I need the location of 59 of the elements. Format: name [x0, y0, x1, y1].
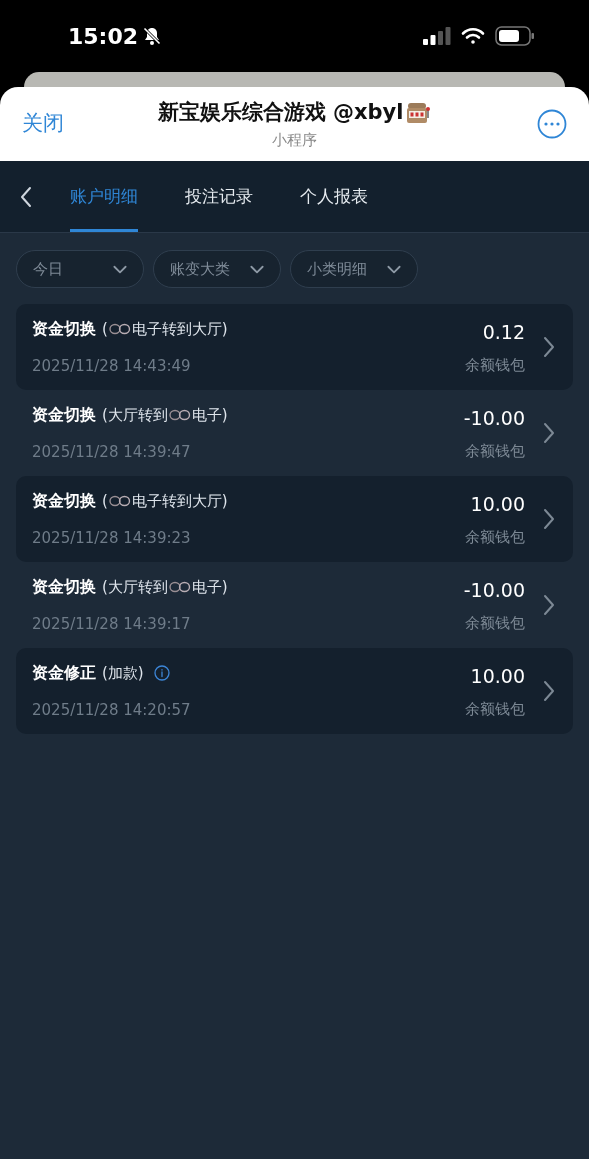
- app-title: 新宝娱乐综合游戏 @xbyl: [157, 99, 404, 126]
- logo-icon: [108, 322, 131, 335]
- transaction-type: 资金切换: [32, 489, 96, 512]
- filter-dropdown[interactable]: 账变大类: [153, 250, 281, 288]
- transaction-detail: (: [102, 490, 108, 512]
- status-time: 15:02: [68, 22, 139, 51]
- transaction-row[interactable]: 资金切换 ( 电子转到大厅) 2025/11/28 14:39:23 10.00 余额钱包: [16, 476, 573, 562]
- transaction-detail: (大厅转到: [102, 404, 168, 426]
- transaction-detail: (加款): [102, 662, 144, 684]
- tab[interactable]: 个人报表: [300, 161, 368, 232]
- chevron-right-icon: [543, 508, 555, 530]
- wallet-label: 余额钱包: [465, 441, 525, 462]
- battery-icon: [495, 26, 535, 46]
- transaction-row[interactable]: 资金切换 (大厅转到 电子) 2025/11/28 14:39:17 -10.00 余额钱包: [16, 562, 573, 648]
- transaction-amount: -10.00: [463, 577, 525, 603]
- transaction-detail: (大厅转到: [102, 576, 168, 598]
- transaction-time: 2025/11/28 14:39:23: [32, 527, 192, 549]
- transaction-type: 资金切换: [32, 575, 96, 598]
- transaction-time: 2025/11/28 14:20:57: [32, 699, 192, 721]
- wallet-label: 余额钱包: [465, 699, 525, 720]
- transaction-time: 2025/11/28 14:39:17: [32, 613, 192, 635]
- transaction-detail: (: [102, 318, 108, 340]
- logo-icon: [168, 580, 191, 593]
- bell-slash-icon: [142, 26, 163, 46]
- filter-dropdown[interactable]: 小类明细: [290, 250, 418, 288]
- transaction-detail: 电子): [191, 404, 228, 426]
- transaction-row[interactable]: 资金切换 (大厅转到 电子) 2025/11/28 14:39:47 -10.00 余额钱包: [16, 390, 573, 476]
- logo-icon: [108, 494, 131, 507]
- signal-icon: [423, 27, 451, 45]
- transaction-time: 2025/11/28 14:39:47: [32, 441, 192, 463]
- transaction-detail: 电子转到大厅): [131, 318, 228, 340]
- close-button[interactable]: 关闭: [22, 108, 82, 140]
- chevron-right-icon: [543, 336, 555, 358]
- logo-icon: [168, 408, 191, 421]
- info-icon[interactable]: [153, 664, 170, 681]
- app-subtitle: 小程序: [272, 129, 317, 151]
- transaction-type: 资金切换: [32, 403, 96, 426]
- transaction-amount: 10.00: [470, 663, 525, 689]
- transaction-row[interactable]: 资金修正 (加款) 2025/11/28 14:20:57 10.00 余额钱包: [16, 648, 573, 734]
- transaction-time: 2025/11/28 14:43:49: [32, 355, 192, 377]
- wifi-icon: [461, 27, 485, 45]
- chevron-right-icon: [543, 680, 555, 702]
- transaction-row[interactable]: 资金切换 ( 电子转到大厅) 2025/11/28 14:43:49 0.12 余额钱包: [16, 304, 573, 390]
- wallet-label: 余额钱包: [465, 355, 525, 376]
- chevron-right-icon: [543, 594, 555, 616]
- transaction-amount: 0.12: [482, 319, 525, 345]
- transaction-type: 资金修正: [32, 661, 96, 684]
- chevron-right-icon: [543, 422, 555, 444]
- transaction-detail: 电子转到大厅): [131, 490, 228, 512]
- filter-dropdown[interactable]: 今日: [16, 250, 144, 288]
- wallet-label: 余额钱包: [465, 613, 525, 634]
- more-icon[interactable]: [537, 109, 567, 139]
- transaction-amount: 10.00: [470, 491, 525, 517]
- tab[interactable]: 投注记录: [185, 161, 253, 232]
- back-icon[interactable]: [19, 184, 33, 209]
- transaction-detail: 电子): [191, 576, 228, 598]
- transaction-amount: -10.00: [463, 405, 525, 431]
- transaction-type: 资金切换: [32, 317, 96, 340]
- wallet-label: 余额钱包: [465, 527, 525, 548]
